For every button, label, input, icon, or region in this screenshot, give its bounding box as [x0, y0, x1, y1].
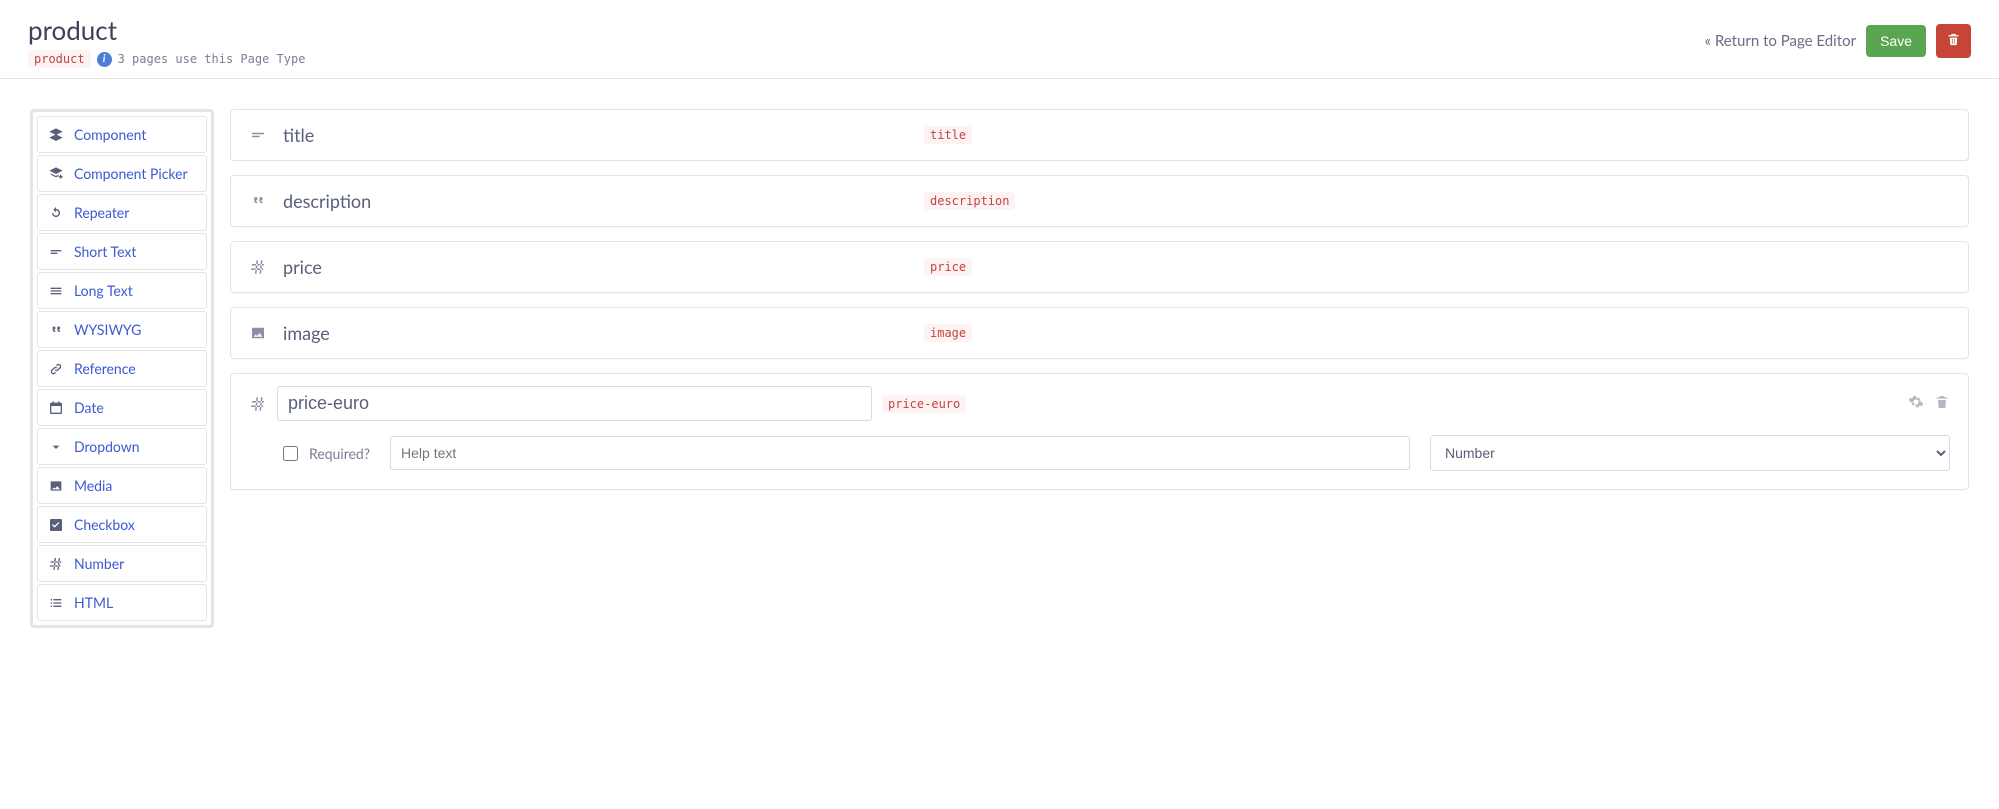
info-icon[interactable]: i	[97, 52, 112, 67]
field-name-slot: image	[283, 322, 908, 344]
sidebar-item-label: Component Picker	[74, 165, 188, 182]
trash-icon[interactable]	[1934, 394, 1950, 414]
fields-list: title title description description pric…	[230, 109, 1969, 490]
field-row-price[interactable]: price price	[230, 241, 1969, 293]
sidebar-item-number[interactable]: Number	[37, 545, 207, 582]
required-checkbox[interactable]	[283, 446, 298, 461]
header: product product i 3 pages use this Page …	[0, 0, 1999, 79]
sidebar-item-short-text[interactable]: Short Text	[37, 233, 207, 270]
field-slug-badge: price	[924, 258, 972, 276]
image-icon	[48, 478, 64, 494]
sidebar-item-label: Reference	[74, 360, 136, 377]
quote-icon	[249, 192, 267, 210]
sidebar-item-dropdown[interactable]: Dropdown	[37, 428, 207, 465]
sidebar-item-checkbox[interactable]: Checkbox	[37, 506, 207, 543]
field-name-slot: description	[283, 190, 908, 212]
link-icon	[48, 361, 64, 377]
hash-icon	[48, 556, 64, 572]
field-name-slot: price	[283, 256, 908, 278]
sidebar-item-component-picker[interactable]: Component Picker	[37, 155, 207, 192]
sidebar-item-html[interactable]: HTML	[37, 584, 207, 621]
header-right: « Return to Page Editor Save	[1705, 14, 1971, 58]
editing-row-body: Required? Number	[249, 421, 1950, 471]
required-label: Required?	[309, 445, 370, 462]
short-text-icon	[249, 126, 267, 144]
calendar-icon	[48, 400, 64, 416]
sidebar-item-label: Checkbox	[74, 516, 135, 533]
main: Component Component Picker Repeater Shor…	[0, 79, 1999, 658]
sidebar-item-long-text[interactable]: Long Text	[37, 272, 207, 309]
delete-button[interactable]	[1936, 24, 1971, 58]
sidebar-item-label: Long Text	[74, 282, 133, 299]
sidebar-item-label: Repeater	[74, 204, 129, 221]
sidebar-item-label: Date	[74, 399, 104, 416]
field-row-title[interactable]: title title	[230, 109, 1969, 161]
sidebar-item-label: Media	[74, 477, 112, 494]
field-row-price-euro: price-euro Required? Number	[230, 373, 1969, 490]
field-name: image	[283, 322, 330, 344]
sidebar-item-repeater[interactable]: Repeater	[37, 194, 207, 231]
chevron-down-icon	[48, 439, 64, 455]
field-slug-badge: image	[924, 324, 972, 342]
sidebar-item-wysiwyg[interactable]: WYSIWYG	[37, 311, 207, 348]
save-button[interactable]: Save	[1866, 25, 1926, 57]
field-row-image[interactable]: image image	[230, 307, 1969, 359]
field-row-description[interactable]: description description	[230, 175, 1969, 227]
field-slug-badge: title	[924, 126, 972, 144]
short-text-icon	[48, 244, 64, 260]
refresh-icon	[48, 205, 64, 221]
field-slug-badge: price-euro	[882, 395, 966, 413]
field-name-input[interactable]	[277, 386, 872, 421]
page-slug-badge: product	[28, 50, 91, 68]
row-actions	[1908, 394, 1950, 414]
required-checkbox-wrap[interactable]: Required?	[279, 443, 370, 464]
page-title: product	[28, 14, 305, 46]
field-name: price	[283, 256, 322, 278]
sidebar-item-label: HTML	[74, 594, 113, 611]
sidebar: Component Component Picker Repeater Shor…	[30, 109, 214, 628]
sidebar-item-label: Number	[74, 555, 124, 572]
field-name-slot: title	[283, 124, 908, 146]
sidebar-item-component[interactable]: Component	[37, 116, 207, 153]
hash-icon	[249, 395, 267, 413]
checkbox-icon	[48, 517, 64, 533]
image-icon	[249, 324, 267, 342]
sidebar-item-label: Dropdown	[74, 438, 140, 455]
editing-row-top: price-euro	[249, 386, 1950, 421]
trash-icon	[1946, 32, 1961, 50]
field-name: description	[283, 190, 371, 212]
hash-icon	[249, 258, 267, 276]
quote-icon	[48, 322, 64, 338]
long-text-icon	[48, 283, 64, 299]
sidebar-item-label: Short Text	[74, 243, 136, 260]
header-left: product product i 3 pages use this Page …	[28, 14, 305, 68]
list-icon	[48, 595, 64, 611]
usage-text: 3 pages use this Page Type	[118, 52, 306, 66]
field-slug-badge: description	[924, 192, 1015, 210]
return-link[interactable]: « Return to Page Editor	[1705, 32, 1856, 50]
field-name: title	[283, 124, 314, 146]
sidebar-item-date[interactable]: Date	[37, 389, 207, 426]
field-type-select[interactable]: Number	[1430, 435, 1950, 471]
sidebar-item-label: WYSIWYG	[74, 321, 141, 338]
sidebar-item-media[interactable]: Media	[37, 467, 207, 504]
layers-icon	[48, 127, 64, 143]
layers-plus-icon	[48, 166, 64, 182]
gear-icon[interactable]	[1908, 394, 1924, 414]
sidebar-item-reference[interactable]: Reference	[37, 350, 207, 387]
help-text-input[interactable]	[390, 436, 1410, 470]
header-sub-row: product i 3 pages use this Page Type	[28, 50, 305, 68]
sidebar-item-label: Component	[74, 126, 146, 143]
